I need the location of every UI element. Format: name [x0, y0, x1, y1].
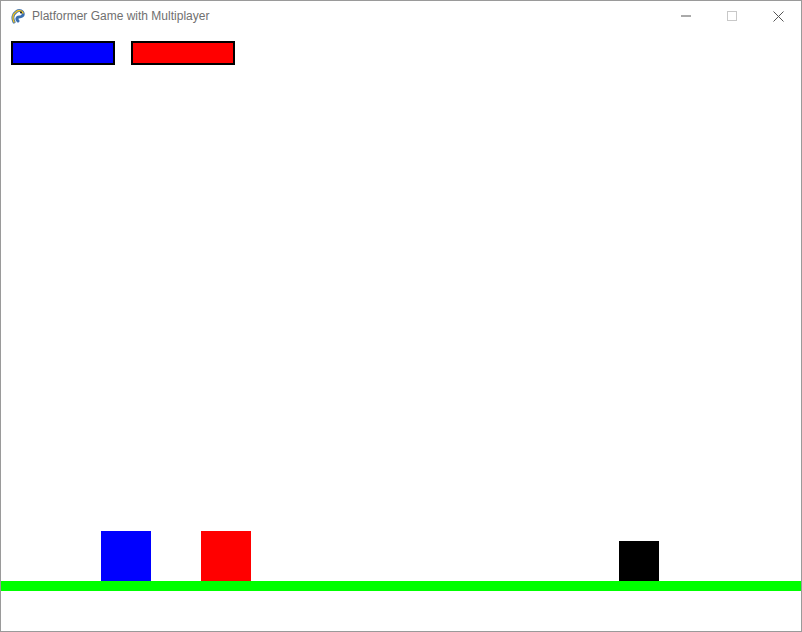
player: [201, 531, 251, 581]
game-canvas: [1, 31, 801, 631]
player: [101, 531, 151, 581]
maximize-button[interactable]: [709, 1, 755, 31]
health-fill: [13, 43, 113, 63]
window-title: Platformer Game with Multiplayer: [32, 7, 663, 25]
close-icon: [773, 11, 784, 22]
ground-platform: [1, 581, 801, 591]
minimize-button[interactable]: [663, 1, 709, 31]
health-bar: [11, 41, 115, 65]
window-controls: [663, 1, 801, 31]
health-fill: [133, 43, 233, 63]
enemy: [619, 541, 659, 581]
health-bar: [131, 41, 235, 65]
title-bar: Platformer Game with Multiplayer: [1, 1, 801, 31]
pygame-snake-icon: [10, 8, 26, 24]
close-button[interactable]: [755, 1, 801, 31]
game-window: Platformer Game with Multiplayer: [0, 0, 802, 632]
maximize-icon: [727, 11, 737, 21]
minimize-icon: [681, 11, 691, 21]
